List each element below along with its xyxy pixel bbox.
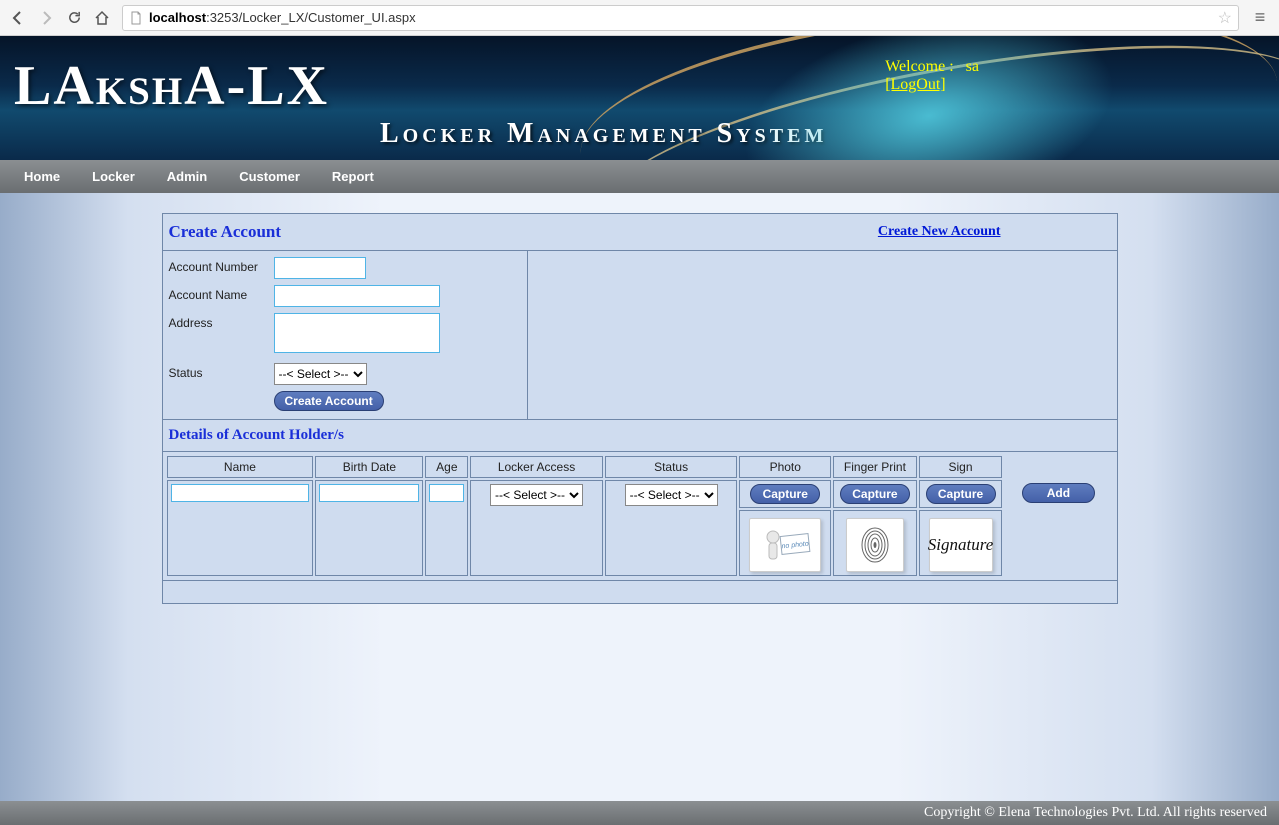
- create-account-title: Create Account: [169, 222, 282, 242]
- capture-sign-button[interactable]: Capture: [926, 484, 996, 504]
- col-name: Name: [167, 456, 314, 478]
- col-locker-access: Locker Access: [470, 456, 603, 478]
- back-button[interactable]: [6, 6, 30, 30]
- label-account-name: Account Name: [169, 285, 274, 302]
- create-account-button[interactable]: Create Account: [274, 391, 384, 411]
- input-name[interactable]: [171, 484, 310, 502]
- col-age: Age: [425, 456, 468, 478]
- panel-footer-spacer: [163, 580, 1117, 603]
- add-button[interactable]: Add: [1022, 483, 1095, 503]
- brand-title: LAkshA-LX: [14, 54, 329, 118]
- col-sign: Sign: [919, 456, 1003, 478]
- photo-thumbnail: no photo: [749, 518, 821, 572]
- details-grid: Name Birth Date Age Locker Access Status…: [163, 452, 1117, 580]
- details-section-title: Details of Account Holder/s: [163, 419, 1117, 452]
- select-status[interactable]: --< Select >--: [274, 363, 367, 385]
- bookmark-star-icon[interactable]: ☆: [1218, 8, 1232, 28]
- url-text: localhost:3253/Locker_LX/Customer_UI.asp…: [149, 10, 416, 25]
- menu-customer[interactable]: Customer: [223, 160, 316, 193]
- reload-button[interactable]: [62, 6, 86, 30]
- browser-toolbar: localhost:3253/Locker_LX/Customer_UI.asp…: [0, 0, 1279, 36]
- create-account-form: Account Number Account Name Address Stat…: [163, 251, 1117, 419]
- menu-report[interactable]: Report: [316, 160, 390, 193]
- main-menu: Home Locker Admin Customer Report: [0, 160, 1279, 193]
- input-account-name[interactable]: [274, 285, 440, 307]
- capture-photo-button[interactable]: Capture: [750, 484, 820, 504]
- select-locker-access[interactable]: --< Select >--: [490, 484, 583, 506]
- fingerprint-thumbnail: [846, 518, 904, 572]
- col-finger-print: Finger Print: [833, 456, 917, 478]
- input-age[interactable]: [429, 484, 464, 502]
- welcome-label: Welcome :: [885, 58, 953, 75]
- table-header-row: Name Birth Date Age Locker Access Status…: [167, 456, 1113, 478]
- menu-admin[interactable]: Admin: [151, 160, 223, 193]
- create-new-account-link[interactable]: Create New Account: [878, 224, 1001, 240]
- select-row-status[interactable]: --< Select >--: [625, 484, 718, 506]
- page-footer: Copyright © Elena Technologies Pvt. Ltd.…: [0, 801, 1279, 825]
- input-address[interactable]: [274, 313, 440, 353]
- logout-link[interactable]: [LogOut]: [885, 76, 945, 93]
- main-panel: Create Account Create New Account Accoun…: [162, 213, 1118, 604]
- welcome-username: sa: [966, 58, 979, 75]
- brand-subtitle: Locker Management System: [380, 118, 827, 150]
- label-status: Status: [169, 363, 274, 380]
- label-account-number: Account Number: [169, 257, 274, 274]
- address-bar[interactable]: localhost:3253/Locker_LX/Customer_UI.asp…: [122, 5, 1239, 31]
- col-photo: Photo: [739, 456, 831, 478]
- capture-fingerprint-button[interactable]: Capture: [840, 484, 910, 504]
- col-status: Status: [605, 456, 738, 478]
- welcome-box: Welcome : sa [LogOut]: [885, 58, 979, 94]
- forward-button[interactable]: [34, 6, 58, 30]
- label-address: Address: [169, 313, 274, 330]
- col-birth-date: Birth Date: [315, 456, 423, 478]
- menu-home[interactable]: Home: [8, 160, 76, 193]
- signature-thumbnail: Signature: [929, 518, 993, 572]
- app-banner: LAkshA-LX Locker Management System Welco…: [0, 36, 1279, 160]
- menu-locker[interactable]: Locker: [76, 160, 151, 193]
- footer-text: Copyright © Elena Technologies Pvt. Ltd.…: [924, 805, 1267, 821]
- table-row: --< Select >-- --< Select >-- Capture Ca…: [167, 480, 1113, 508]
- input-birth-date[interactable]: [319, 484, 419, 502]
- panel-header-create: Create Account Create New Account: [163, 214, 1117, 251]
- input-account-number[interactable]: [274, 257, 366, 279]
- browser-menu-button[interactable]: ≡: [1247, 5, 1273, 31]
- page-icon: [129, 11, 143, 25]
- banner-decoration: [590, 36, 1279, 160]
- home-button[interactable]: [90, 6, 114, 30]
- page-body: Create Account Create New Account Accoun…: [0, 193, 1279, 801]
